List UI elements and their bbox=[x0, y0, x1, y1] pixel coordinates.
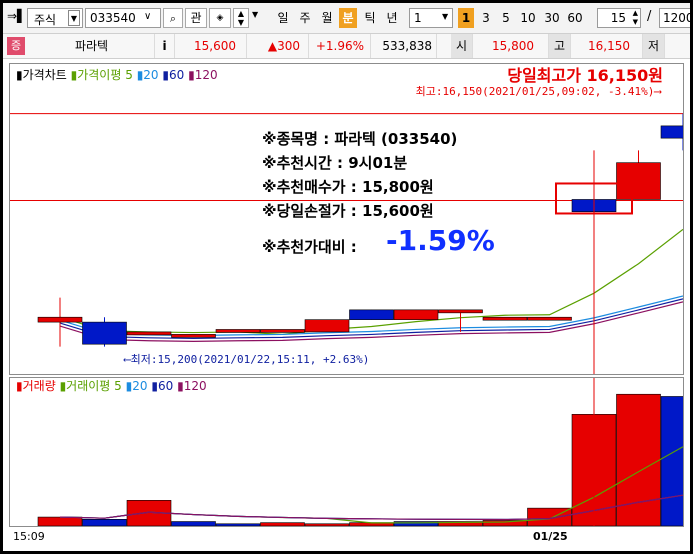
volume-plot bbox=[37, 378, 683, 526]
candle-body bbox=[82, 321, 127, 345]
stepper-button[interactable]: ▲ ▼ bbox=[233, 8, 249, 28]
high-price: 16,150 bbox=[571, 34, 643, 58]
total-count-field[interactable]: 1200 bbox=[659, 8, 690, 28]
volume-bar bbox=[82, 519, 127, 526]
period-day[interactable]: 일 bbox=[273, 8, 293, 28]
code-input[interactable]: 033540 ∨ bbox=[85, 8, 161, 28]
low-label: 저 bbox=[643, 34, 665, 58]
volume-bar bbox=[260, 522, 305, 526]
interval-1[interactable]: 1 bbox=[458, 8, 474, 28]
candle-body bbox=[260, 329, 305, 333]
candle-body bbox=[304, 319, 350, 333]
quote-bar: 증 파라텍 i 15,600 ▲300 +1.96% 533,838 시 15,… bbox=[3, 34, 690, 59]
open-price: 15,800 bbox=[473, 34, 549, 58]
candle-body bbox=[482, 316, 528, 321]
link-arrow-icon[interactable]: ⇒▌ bbox=[7, 9, 26, 23]
candle-body bbox=[171, 334, 216, 338]
volume-bar bbox=[616, 393, 661, 526]
count-stepper[interactable]: 15 ▲ ▼ bbox=[597, 8, 641, 28]
current-price: 15,600 bbox=[175, 34, 247, 58]
market-select-value: 주식 bbox=[34, 13, 57, 27]
count-value: 15 bbox=[610, 11, 626, 25]
chart-window: ⇒▌ 주식 ▼ 033540 ∨ ⌕ 관 ◈ ▲ ▼ ▼ 일 주 월 분 틱 년 … bbox=[3, 3, 690, 551]
candle-body bbox=[438, 309, 483, 314]
stock-name-line: ※종목명 : 파라텍 (033540) bbox=[262, 130, 458, 148]
spin-icon[interactable]: ▲ ▼ bbox=[633, 9, 638, 27]
favorite-button[interactable]: 관 bbox=[185, 8, 207, 28]
candle-body bbox=[215, 329, 261, 333]
candle-body bbox=[349, 309, 394, 320]
total-count-value: 1200 bbox=[663, 11, 690, 25]
search-icon: ⌕ bbox=[169, 12, 177, 25]
market-flag: 증 bbox=[7, 37, 25, 55]
change-rate: +1.96% bbox=[309, 34, 371, 58]
ratio-label: ※추천가대비 : bbox=[262, 238, 357, 256]
ratio-value: -1.59% bbox=[386, 224, 495, 257]
trade-volume: 533,838 bbox=[371, 34, 437, 58]
period-month[interactable]: 월 bbox=[317, 8, 337, 28]
market-select[interactable]: 주식 ▼ bbox=[27, 8, 83, 28]
volume-bar bbox=[304, 523, 350, 526]
volume-bar bbox=[660, 396, 683, 526]
interval-30[interactable]: 30 bbox=[542, 8, 562, 28]
volume-bar bbox=[171, 521, 216, 526]
x-axis-start-label: 15:09 bbox=[13, 530, 45, 543]
candle-body bbox=[393, 309, 439, 320]
recommend-time-line: ※추천시간 : 9시01분 bbox=[262, 154, 408, 172]
candle-body bbox=[660, 125, 683, 139]
recommend-buy-line: ※추천매수가 : 15,800원 bbox=[262, 178, 434, 196]
open-label: 시 bbox=[451, 34, 473, 58]
chevron-down-icon[interactable]: ▼ bbox=[442, 12, 448, 21]
period-year[interactable]: 년 bbox=[382, 8, 402, 28]
period-week[interactable]: 주 bbox=[295, 8, 315, 28]
candle-body bbox=[37, 316, 83, 323]
code-input-value: 033540 bbox=[90, 11, 136, 25]
candle-body bbox=[616, 162, 661, 200]
count-separator: / bbox=[647, 9, 652, 24]
candle-body bbox=[527, 316, 572, 321]
high-label: 고 bbox=[549, 34, 571, 58]
search-button[interactable]: ⌕ bbox=[163, 8, 183, 28]
interval-select-value: 1 bbox=[414, 11, 422, 25]
stop-loss-line: ※당일손절가 : 15,600원 bbox=[262, 202, 434, 220]
interval-10[interactable]: 10 bbox=[518, 8, 538, 28]
scroll-toggle-button[interactable]: ◈ bbox=[209, 8, 231, 28]
price-chart[interactable]: ▮가격차트 ▮가격이평 5 ▮20 ▮60 ▮120 당일최고가 16,150원… bbox=[9, 63, 684, 375]
toolbar: ⇒▌ 주식 ▼ 033540 ∨ ⌕ 관 ◈ ▲ ▼ ▼ 일 주 월 분 틱 년 … bbox=[3, 3, 690, 34]
x-axis-date-label: 01/25 bbox=[533, 530, 568, 543]
period-minute[interactable]: 분 bbox=[339, 8, 357, 28]
stock-name: 파라텍 bbox=[29, 34, 155, 58]
stock-info-button[interactable]: i bbox=[155, 34, 175, 58]
volume-bar bbox=[37, 516, 83, 526]
candle-body bbox=[126, 331, 172, 336]
price-change: ▲300 bbox=[247, 34, 309, 58]
high-note: 최고:16,150(2021/01/25,09:02, -3.41%)⟶ bbox=[415, 85, 661, 98]
chevron-down-icon[interactable]: ∨ bbox=[144, 11, 151, 22]
volume-bar bbox=[215, 523, 261, 526]
interval-3[interactable]: 3 bbox=[479, 8, 493, 28]
low-note: ⟵최저:15,200(2021/01/22,15:11, +2.63%) bbox=[124, 353, 370, 366]
interval-select[interactable]: 1 ▼ bbox=[409, 8, 453, 28]
interval-60[interactable]: 60 bbox=[565, 8, 585, 28]
volume-chart[interactable]: ▮거래량 ▮거래이평 5 ▮20 ▮60 ▮120 bbox=[9, 377, 684, 527]
chevron-down-icon[interactable]: ▼ bbox=[68, 10, 80, 26]
interval-5[interactable]: 5 bbox=[499, 8, 513, 28]
period-tick[interactable]: 틱 bbox=[360, 8, 380, 28]
chevron-down-icon[interactable]: ▼ bbox=[252, 10, 258, 19]
